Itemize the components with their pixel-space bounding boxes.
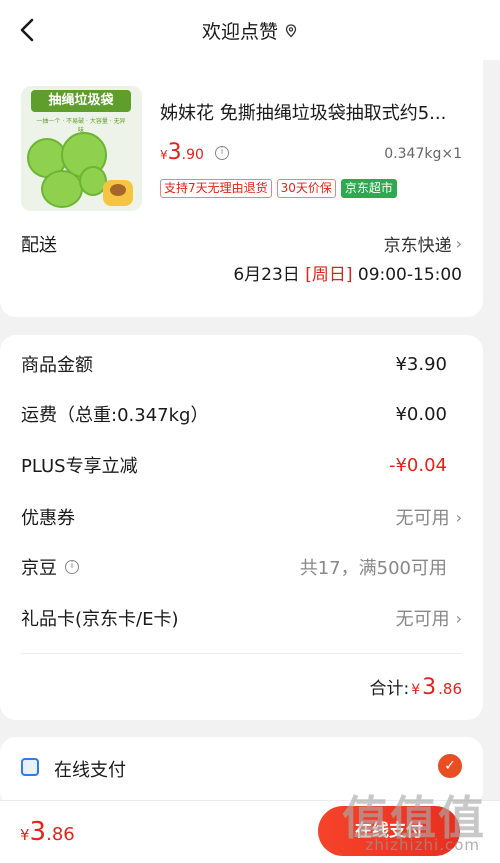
row-label: PLUS专享立减 [21, 456, 138, 477]
row-value: 无可用 [395, 508, 450, 529]
row-value-wrap: 无可用 › [396, 605, 462, 631]
summary-row-giftcard[interactable]: 礼品卡(京东卡/E卡) 无可用 › [21, 605, 462, 631]
row-value: 共17，满500可用 [299, 558, 447, 579]
summary-row-coupon[interactable]: 优惠券 无可用 › [21, 504, 462, 530]
shipping-label: 配送 [21, 235, 57, 256]
page-title: 欢迎点赞 [0, 17, 500, 44]
total-label: 合计: [369, 679, 410, 699]
row-value-wrap: 无可用 › [396, 504, 462, 530]
order-total: 合计: ¥3.86 [369, 674, 462, 700]
chevron-right-icon: › [455, 608, 462, 628]
row-value: ¥0.00 [395, 403, 447, 425]
chevron-right-icon: › [455, 234, 462, 253]
bottom-price: ¥3.86 [20, 817, 75, 847]
price-info-icon[interactable]: i [215, 146, 229, 160]
row-label: 优惠券 [21, 508, 75, 529]
bottom-price-dec: .86 [46, 824, 75, 845]
total-int: 3 [422, 675, 437, 700]
price-summary-card: 商品金额 ¥3.90 运费（总重:0.347kg） ¥0.00 PLUS专享立减… [0, 335, 483, 720]
brand-mascot-face [110, 184, 126, 196]
product-name[interactable]: 姊妹花 免撕抽绳垃圾袋抽取式约5... [160, 99, 446, 125]
tag-jd-supermarket: 京东超市 [340, 179, 397, 198]
row-label: 商品金额 [21, 355, 93, 376]
row-value: -¥0.04 [388, 454, 447, 476]
thumb-banner: 抽绳垃圾袋 [31, 90, 131, 112]
delivery-weekday: [周日] [305, 265, 353, 285]
tag-return: 支持7天无理由退货 [160, 179, 272, 198]
weight-quantity: 0.347kg×1 [384, 146, 462, 162]
delivery-window: 09:00-15:00 [357, 265, 462, 285]
product-price: ¥3.90 [160, 140, 204, 165]
row-label: 京豆 [21, 558, 57, 579]
price-int: 3 [167, 140, 182, 165]
product-tags: 支持7天无理由退货 30天价保 京东超市 [160, 179, 397, 198]
summary-row-freight: 运费（总重:0.347kg） ¥0.00 [21, 401, 447, 427]
summary-row-goods: 商品金额 ¥3.90 [21, 351, 447, 377]
payment-method-label: 在线支付 [54, 760, 126, 781]
header: 欢迎点赞 [0, 0, 500, 60]
delivery-time[interactable]: 6月23日 [周日] 09:00-15:00 [233, 260, 462, 285]
row-label-wrap: 京豆 i [21, 554, 79, 580]
tag-price-protect: 30天价保 [276, 179, 336, 198]
chevron-right-icon: › [455, 507, 462, 527]
location-pin-icon [285, 23, 297, 37]
shipping-carrier[interactable]: 京东快递 › [384, 231, 462, 256]
row-value: 无可用 [395, 609, 450, 630]
row-label: 运费（总重:0.347kg） [21, 405, 209, 426]
online-pay-icon [21, 758, 39, 776]
product-card: 抽绳垃圾袋 一抽一个 · 不易破 · 大容量 · 无异味 姊妹花 免撕抽绳垃圾袋… [0, 60, 483, 317]
row-value: ¥3.90 [395, 353, 447, 375]
page-title-text: 欢迎点赞 [201, 21, 278, 43]
trash-bag-roll [41, 170, 83, 208]
summary-row-plus-discount: PLUS专享立减 -¥0.04 [21, 452, 447, 478]
delivery-date: 6月23日 [233, 265, 300, 285]
watermark-url: zhizhizhi.com [365, 836, 480, 854]
carrier-text: 京东快递 [383, 236, 452, 256]
divider [21, 653, 462, 654]
summary-row-jingdou: 京豆 i 共17，满500可用 [21, 554, 447, 580]
total-currency: ¥ [411, 682, 421, 698]
checkmark-icon[interactable]: ✓ [438, 754, 462, 778]
row-label: 礼品卡(京东卡/E卡) [21, 609, 179, 630]
bottom-price-int: 3 [29, 817, 47, 847]
price-dec: .90 [181, 147, 204, 163]
product-image[interactable]: 抽绳垃圾袋 一抽一个 · 不易破 · 大容量 · 无异味 [21, 86, 142, 211]
bottom-price-currency: ¥ [20, 826, 30, 844]
jingdou-info-icon[interactable]: i [65, 560, 79, 574]
price-currency: ¥ [160, 148, 168, 162]
total-dec: .86 [438, 680, 462, 698]
